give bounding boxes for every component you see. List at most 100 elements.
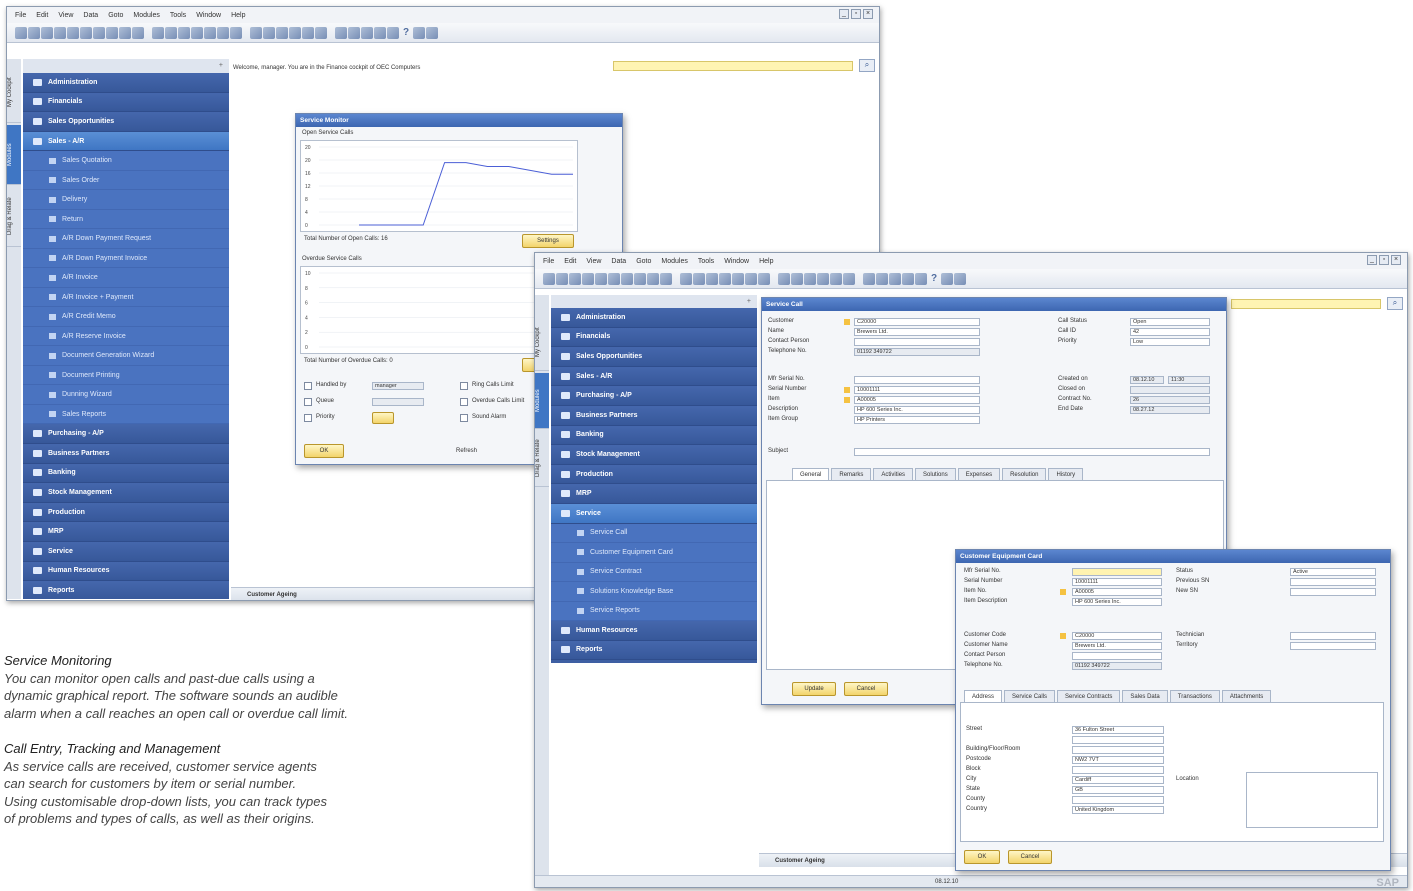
search-button[interactable]: ⌕ — [859, 59, 875, 72]
sidebar-toggle[interactable]: + — [23, 59, 229, 73]
tab-solutions[interactable]: Solutions — [915, 468, 956, 480]
module-reports[interactable]: Reports — [23, 581, 229, 599]
address-field[interactable] — [1072, 796, 1164, 804]
ec-field[interactable]: A00005 — [1072, 588, 1162, 596]
ec-field[interactable]: C20000 — [1072, 632, 1162, 640]
previous-record-icon[interactable] — [93, 26, 105, 39]
tab-drag-relate[interactable]: Drag & Relate — [7, 187, 21, 247]
menu-help[interactable]: Help — [759, 258, 773, 265]
handled-by-field[interactable]: manager — [372, 382, 424, 390]
sc-field[interactable]: Brewers Ltd. — [854, 328, 980, 336]
preview-icon[interactable] — [28, 26, 40, 39]
tab-remarks[interactable]: Remarks — [831, 468, 872, 480]
overdue-limit-checkbox[interactable] — [460, 398, 468, 406]
sc-field[interactable] — [854, 338, 980, 346]
print-icon[interactable] — [15, 26, 27, 39]
ec-field[interactable]: 10001111 — [1072, 578, 1162, 586]
link-arrow-icon[interactable] — [844, 387, 850, 393]
add-icon[interactable] — [67, 26, 79, 39]
module-mrp[interactable]: MRP — [23, 522, 229, 542]
first-record-icon[interactable] — [80, 26, 92, 39]
fax-icon[interactable] — [830, 272, 842, 285]
menu-window[interactable]: Window — [196, 12, 221, 19]
module-service[interactable]: Service — [551, 503, 757, 524]
ok-button[interactable]: OK — [304, 444, 344, 458]
tab-drag-relate[interactable]: Drag & Relate — [535, 431, 549, 487]
sc-field[interactable]: C20000 — [854, 318, 980, 326]
help-icon[interactable]: ? — [928, 273, 940, 285]
link-arrow-icon[interactable] — [1060, 589, 1066, 595]
module-business-partners[interactable]: Business Partners — [551, 405, 757, 426]
subject-field[interactable] — [854, 448, 1210, 456]
sc-field[interactable]: A00005 — [854, 396, 980, 404]
menu-window[interactable]: Window — [724, 258, 749, 265]
fax-icon[interactable] — [302, 26, 314, 39]
sound-alarm-checkbox[interactable] — [460, 414, 468, 422]
module-purchasing[interactable]: Purchasing - A/P — [551, 386, 757, 406]
ec-field[interactable]: HP 600 Series Inc. — [1072, 598, 1162, 606]
target-doc-icon[interactable] — [178, 26, 190, 39]
handled-by-checkbox[interactable] — [304, 382, 312, 390]
close-icon[interactable]: × — [1391, 255, 1401, 265]
gross-profit-icon[interactable] — [191, 26, 203, 39]
sc-field[interactable]: Low — [1130, 338, 1210, 346]
refresh-icon[interactable] — [41, 26, 53, 39]
sidebar-item-ar-reserve-invoice[interactable]: A/R Reserve Invoice — [23, 326, 229, 347]
module-purchasing[interactable]: Purchasing - A/P — [23, 424, 229, 444]
sidebar-item-knowledge-base[interactable]: Solutions Knowledge Base — [551, 582, 757, 602]
restore-icon[interactable]: ▫ — [1379, 255, 1389, 265]
lock-icon[interactable] — [876, 272, 888, 285]
calendar-icon[interactable] — [315, 26, 327, 39]
module-stock-management[interactable]: Stock Management — [551, 445, 757, 465]
priority-selector[interactable] — [372, 412, 394, 424]
sc-field[interactable]: HP 600 Series Inc. — [854, 406, 980, 414]
customer-ageing-tab[interactable]: Customer Ageing — [775, 858, 825, 864]
form-settings-icon[interactable] — [915, 272, 927, 285]
ring-button[interactable]: Settings — [522, 234, 574, 248]
sms-icon[interactable] — [289, 26, 301, 39]
search-icon[interactable] — [361, 26, 373, 39]
menu-tools[interactable]: Tools — [170, 12, 186, 19]
filter-icon[interactable] — [132, 26, 144, 39]
ec-field[interactable] — [1072, 652, 1162, 660]
settings-icon[interactable] — [758, 272, 770, 285]
tab-modules[interactable]: Modules — [535, 373, 549, 429]
sc-field[interactable]: 01192 349722 — [854, 348, 980, 356]
link-arrow-icon[interactable] — [844, 397, 850, 403]
layout-icon[interactable] — [745, 272, 757, 285]
sidebar-item-customer-equipment-card[interactable]: Customer Equipment Card — [551, 543, 757, 563]
sidebar-item-return[interactable]: Return — [23, 209, 229, 230]
sidebar-item-document-printing[interactable]: Document Printing — [23, 365, 229, 386]
minimize-icon[interactable]: _ — [839, 9, 849, 19]
closed-on[interactable] — [1130, 386, 1210, 394]
link-arrow-icon[interactable] — [1060, 633, 1066, 639]
payment-icon[interactable] — [204, 26, 216, 39]
sort-icon[interactable] — [680, 272, 692, 285]
menu-goto[interactable]: Goto — [636, 258, 651, 265]
calendar-icon[interactable] — [843, 272, 855, 285]
sidebar-item-sales-reports[interactable]: Sales Reports — [23, 404, 229, 425]
last-record-icon[interactable] — [119, 26, 131, 39]
last-record-icon[interactable] — [647, 272, 659, 285]
created-time[interactable]: 11:30 — [1168, 376, 1210, 384]
user-icon[interactable] — [413, 26, 425, 39]
module-production[interactable]: Production — [23, 502, 229, 523]
sidebar-item-ar-invoice-payment[interactable]: A/R Invoice + Payment — [23, 287, 229, 308]
calculator-icon[interactable] — [335, 26, 347, 39]
menu-modules[interactable]: Modules — [661, 258, 687, 265]
tab-modules[interactable]: Modules — [7, 125, 21, 185]
sidebar-item-ar-invoice[interactable]: A/R Invoice — [23, 268, 229, 288]
ec-field[interactable]: Active — [1290, 568, 1376, 576]
menu-data[interactable]: Data — [611, 258, 626, 265]
sidebar-item-service-reports[interactable]: Service Reports — [551, 601, 757, 622]
sms-icon[interactable] — [817, 272, 829, 285]
ok-button[interactable]: OK — [964, 850, 1000, 864]
sidebar-item-document-generation[interactable]: Document Generation Wizard — [23, 346, 229, 366]
queue-checkbox[interactable] — [304, 398, 312, 406]
module-financials[interactable]: Financials — [551, 327, 757, 348]
module-mrp[interactable]: MRP — [551, 484, 757, 504]
address-field[interactable]: United Kingdom — [1072, 806, 1164, 814]
module-sales-ar[interactable]: Sales - A/R — [23, 131, 229, 152]
word-icon[interactable] — [791, 272, 803, 285]
module-stock-management[interactable]: Stock Management — [23, 483, 229, 503]
